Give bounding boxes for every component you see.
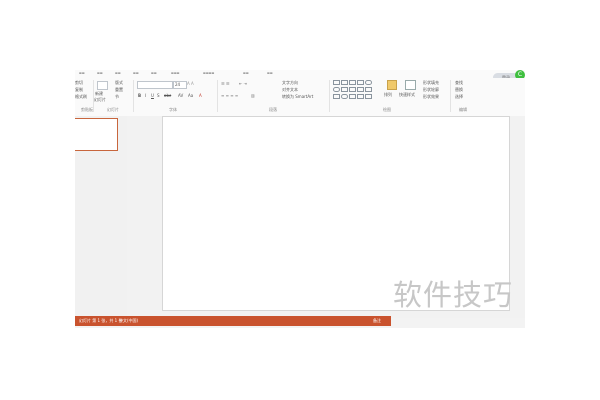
slide-thumbnail[interactable]: [75, 118, 118, 151]
notes-button[interactable]: 备注: [373, 318, 381, 324]
shadow-button[interactable]: S: [157, 93, 160, 98]
new-slide-sub-label[interactable]: 幻灯片: [94, 97, 106, 102]
shapes-gallery[interactable]: [333, 80, 379, 104]
arrange-icon: [387, 80, 397, 90]
change-case-button[interactable]: Aa: [188, 93, 193, 98]
cut-button[interactable]: 剪切: [75, 80, 83, 85]
divider: [93, 80, 94, 112]
strikethrough-button[interactable]: abc: [164, 93, 171, 98]
section-button[interactable]: 节: [115, 94, 119, 99]
find-button[interactable]: 查找: [455, 80, 463, 85]
new-slide-label[interactable]: 新建: [95, 91, 103, 96]
tab-insert[interactable]: ▬▬: [115, 71, 121, 75]
ribbon-tabs: ▬▬ ▬▬ ▬▬ ▬▬ ▬▬ ▬▬▬ ▬▬▬▬ ▬▬ ▬▬: [75, 70, 525, 78]
new-slide-icon: [97, 81, 108, 90]
shape-effects-button[interactable]: 形状效果: [423, 94, 439, 99]
layout-button[interactable]: 版式: [115, 80, 123, 85]
slide-thumbnail-pane: [75, 116, 127, 318]
align-icons[interactable]: ≡ ≡ ≡ ≡: [221, 93, 238, 98]
divider: [450, 80, 451, 112]
tab-review[interactable]: ▬▬: [243, 71, 249, 75]
copy-button[interactable]: 复制: [75, 87, 83, 92]
reset-button[interactable]: 重置: [115, 87, 123, 92]
indent-icon[interactable]: ⇤ ⇥: [239, 81, 247, 86]
group-editing-label: 编辑: [459, 107, 467, 112]
text-direction-button[interactable]: 文字方向: [282, 80, 298, 85]
spacing-button[interactable]: AV: [178, 93, 183, 98]
font-size-field[interactable]: 24: [173, 81, 187, 89]
divider: [217, 80, 218, 112]
language-indicator[interactable]: 中文(中国): [119, 318, 138, 324]
format-painter-button[interactable]: 格式刷: [75, 94, 87, 99]
status-bar: 幻灯片 第 1 张，共 1 张 中文(中国) 备注: [75, 316, 391, 326]
tab-slideshow[interactable]: ▬▬▬▬: [203, 71, 214, 75]
watermark-text: 软件技巧: [393, 278, 514, 312]
smartart-button[interactable]: 转换为 SmartArt: [282, 94, 313, 99]
tab-view[interactable]: ▬▬: [267, 71, 273, 75]
tab-animations[interactable]: ▬▬▬: [171, 71, 180, 75]
group-paragraph-label: 段落: [269, 107, 277, 112]
divider: [133, 80, 134, 112]
shape-outline-button[interactable]: 形状轮廓: [423, 87, 439, 92]
divider: [329, 80, 330, 112]
ribbon-home: 剪切 复制 格式刷 剪贴板 新建 幻灯片 版式 重置 节 幻灯片 24 A A …: [75, 78, 525, 117]
quick-styles-button[interactable]: 快速样式: [399, 92, 415, 97]
font-grow-icon[interactable]: A A: [187, 81, 194, 86]
tab-transitions[interactable]: ▬▬: [151, 71, 157, 75]
bold-button[interactable]: B: [138, 93, 141, 98]
group-font-label: 字体: [169, 107, 177, 112]
group-drawing-label: 绘图: [383, 107, 391, 112]
bullets-icon[interactable]: ☰ ☰: [221, 81, 229, 86]
group-clipboard-label: 剪贴板: [81, 107, 93, 112]
arrange-button[interactable]: 排列: [384, 92, 392, 97]
tab-home[interactable]: ▬▬: [97, 71, 103, 75]
italic-button[interactable]: I: [145, 93, 146, 98]
quick-styles-icon: [405, 80, 416, 90]
shape-fill-button[interactable]: 形状填充: [423, 80, 439, 85]
font-name-field[interactable]: [137, 81, 173, 89]
font-size-value: 24: [175, 82, 181, 87]
tab-design[interactable]: ▬▬: [133, 71, 139, 75]
font-color-button[interactable]: A: [199, 93, 202, 98]
replace-button[interactable]: 替换: [455, 87, 463, 92]
underline-button[interactable]: U: [151, 93, 154, 98]
align-text-button[interactable]: 对齐文本: [282, 87, 298, 92]
columns-icon[interactable]: ▥: [251, 93, 255, 98]
slide-counter: 幻灯片 第 1 张，共 1 张: [79, 318, 123, 323]
group-slides-label: 幻灯片: [107, 107, 119, 112]
tab-file[interactable]: ▬▬: [79, 71, 85, 75]
select-button[interactable]: 选择: [455, 94, 463, 99]
